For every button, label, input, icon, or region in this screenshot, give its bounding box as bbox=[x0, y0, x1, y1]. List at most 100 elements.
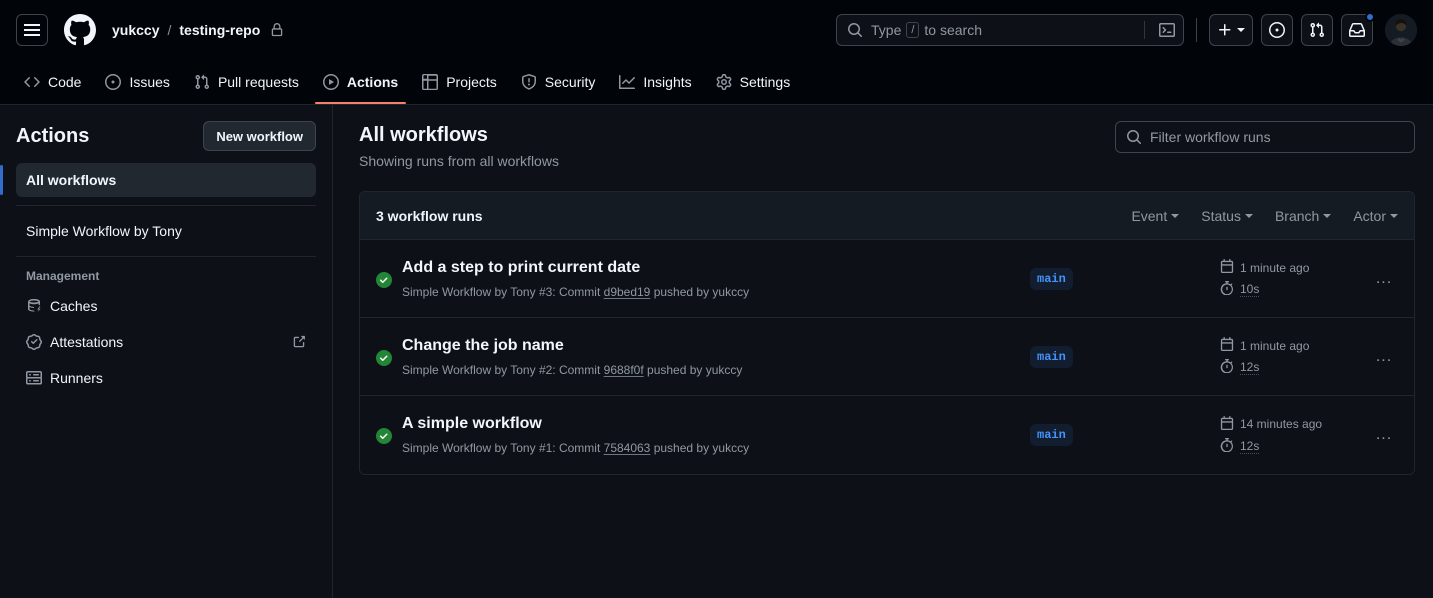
workflow-run-menu-button[interactable]: ... bbox=[1370, 426, 1398, 444]
sidebar-item-runners[interactable]: Runners bbox=[16, 361, 316, 395]
tab-projects-label: Projects bbox=[446, 74, 497, 90]
sidebar: Actions New workflow All workflows Simpl… bbox=[0, 105, 333, 598]
workflow-run-duration-text: 12s bbox=[1240, 438, 1260, 454]
workflow-run-row[interactable]: Change the job name Simple Workflow by T… bbox=[360, 318, 1414, 396]
main-header: All workflows Showing runs from all work… bbox=[359, 121, 1415, 169]
check-circle-fill-icon bbox=[376, 349, 392, 366]
search-divider bbox=[1144, 21, 1145, 39]
issue-opened-icon bbox=[105, 74, 122, 90]
cache-icon bbox=[26, 298, 42, 314]
workflow-run-commit-link[interactable]: d9bed19 bbox=[604, 285, 651, 299]
hamburger-menu-button[interactable] bbox=[16, 14, 48, 46]
new-workflow-button[interactable]: New workflow bbox=[203, 121, 316, 151]
tab-code[interactable]: Code bbox=[16, 60, 89, 104]
success-check-icon bbox=[376, 426, 392, 444]
workflow-run-duration: 10s bbox=[1220, 281, 1370, 298]
workflow-run-meta-suffix: pushed by yukccy bbox=[653, 284, 750, 299]
filter-status-dropdown[interactable]: Status bbox=[1201, 208, 1253, 224]
shield-icon bbox=[521, 74, 537, 90]
header-actions: Type / to search bbox=[836, 12, 1417, 46]
github-logo-icon bbox=[64, 14, 96, 46]
filter-workflow-runs-input[interactable]: Filter workflow runs bbox=[1115, 121, 1415, 153]
tab-insights-label: Insights bbox=[643, 74, 692, 90]
create-new-button[interactable] bbox=[1209, 14, 1253, 46]
tab-projects[interactable]: Projects bbox=[414, 60, 505, 104]
filter-event-dropdown[interactable]: Event bbox=[1131, 207, 1180, 224]
breadcrumb-owner[interactable]: yukccy bbox=[112, 22, 159, 38]
inbox-icon bbox=[1349, 23, 1365, 37]
notifications-button[interactable] bbox=[1341, 12, 1375, 46]
workflow-run-meta-prefix: Simple Workflow by Tony #3: Commit bbox=[402, 284, 601, 299]
sidebar-item-caches[interactable]: Caches bbox=[16, 289, 316, 323]
sidebar-group-management-label: Management bbox=[26, 269, 100, 283]
sidebar-divider-1 bbox=[16, 205, 316, 206]
workflow-run-meta-prefix: Simple Workflow by Tony #2: Commit bbox=[402, 362, 601, 377]
workflow-run-duration: 12s bbox=[1220, 437, 1370, 455]
sidebar-item-all-workflows[interactable]: All workflows bbox=[0, 163, 316, 197]
success-check-icon bbox=[376, 348, 392, 366]
github-logo-link[interactable] bbox=[64, 14, 96, 46]
issues-button[interactable] bbox=[1261, 14, 1293, 46]
workflow-run-duration-text: 10s bbox=[1240, 282, 1260, 297]
workflow-run-row[interactable]: Add a step to print current date Simple … bbox=[360, 240, 1414, 318]
plus-icon bbox=[1219, 24, 1231, 36]
workflow-run-title[interactable]: Add a step to print current date bbox=[402, 259, 640, 276]
sidebar-header: Actions New workflow bbox=[16, 121, 316, 163]
success-check-icon bbox=[376, 270, 392, 288]
lock-icon bbox=[270, 23, 284, 37]
workflow-run-timestamp: 14 minutes ago bbox=[1220, 415, 1370, 433]
branch-badge[interactable]: main bbox=[1030, 424, 1073, 446]
calendar-icon bbox=[1220, 415, 1234, 433]
filter-status-label: Status bbox=[1201, 207, 1241, 224]
avatar[interactable] bbox=[1385, 14, 1417, 46]
filter-event-label: Event bbox=[1131, 207, 1168, 224]
tab-pull-requests[interactable]: Pull requests bbox=[186, 60, 307, 104]
check-circle-fill-icon bbox=[376, 428, 392, 444]
tab-issues[interactable]: Issues bbox=[97, 60, 177, 104]
git-pull-request-icon bbox=[194, 74, 210, 90]
tab-settings[interactable]: Settings bbox=[708, 60, 799, 104]
tab-insights[interactable]: Insights bbox=[611, 60, 699, 104]
search-placeholder-post: to search bbox=[924, 22, 983, 38]
workflow-runs-count: 3 workflow runs bbox=[376, 207, 483, 224]
sidebar-item-attestations[interactable]: Attestations bbox=[16, 325, 316, 359]
workflow-run-commit-link[interactable]: 9688f0f bbox=[604, 363, 644, 377]
workflow-run-commit-link[interactable]: 7584063 bbox=[604, 441, 651, 455]
filter-actor-dropdown[interactable]: Actor bbox=[1353, 208, 1398, 224]
tab-issues-label: Issues bbox=[129, 74, 170, 90]
pull-requests-button[interactable] bbox=[1301, 14, 1333, 46]
tab-pull-requests-label: Pull requests bbox=[217, 74, 299, 90]
search-icon bbox=[848, 23, 863, 38]
stopwatch-icon bbox=[1220, 359, 1234, 376]
breadcrumb-repo[interactable]: testing-repo bbox=[179, 22, 260, 38]
page-body: Actions New workflow All workflows Simpl… bbox=[0, 105, 1433, 598]
search-input[interactable]: Type / to search bbox=[836, 14, 1184, 46]
sidebar-item-all-workflows-label: All workflows bbox=[26, 172, 117, 188]
workflow-run-meta-suffix: pushed by yukccy bbox=[653, 441, 750, 455]
sidebar-item-caches-label: Caches bbox=[50, 298, 98, 314]
notification-indicator bbox=[1365, 12, 1375, 22]
sidebar-divider-2 bbox=[16, 256, 316, 257]
workflow-run-time-column: 1 minute ago 10s bbox=[1220, 259, 1370, 298]
chevron-down-icon bbox=[1390, 213, 1398, 218]
branch-badge[interactable]: main bbox=[1030, 345, 1073, 368]
sidebar-item-simple-workflow-by-tony[interactable]: Simple Workflow by Tony bbox=[16, 214, 316, 248]
filter-branch-dropdown[interactable]: Branch bbox=[1275, 208, 1332, 224]
workflow-run-row[interactable]: A simple workflow Simple Workflow by Ton… bbox=[360, 396, 1414, 474]
workflow-run-timestamp: 1 minute ago bbox=[1220, 259, 1370, 276]
search-placeholder-pre: Type bbox=[871, 22, 902, 38]
workflow-run-menu-button[interactable]: ... bbox=[1370, 270, 1398, 288]
workflow-run-title[interactable]: Change the job name bbox=[402, 337, 564, 354]
workflow-run-title[interactable]: A simple workflow bbox=[402, 415, 542, 432]
breadcrumb-separator: / bbox=[167, 22, 172, 38]
terminal-icon[interactable] bbox=[1153, 22, 1175, 38]
workflow-run-menu-button[interactable]: ... bbox=[1370, 348, 1398, 366]
tab-actions[interactable]: Actions bbox=[314, 60, 407, 104]
tab-security[interactable]: Security bbox=[513, 60, 604, 104]
tab-security-label: Security bbox=[544, 74, 596, 90]
branch-badge[interactable]: main bbox=[1030, 267, 1073, 290]
gear-icon bbox=[716, 74, 732, 90]
stopwatch-icon bbox=[1220, 281, 1234, 298]
workflow-run-info: Change the job name Simple Workflow by T… bbox=[402, 335, 1030, 379]
tab-actions-label: Actions bbox=[346, 74, 399, 90]
